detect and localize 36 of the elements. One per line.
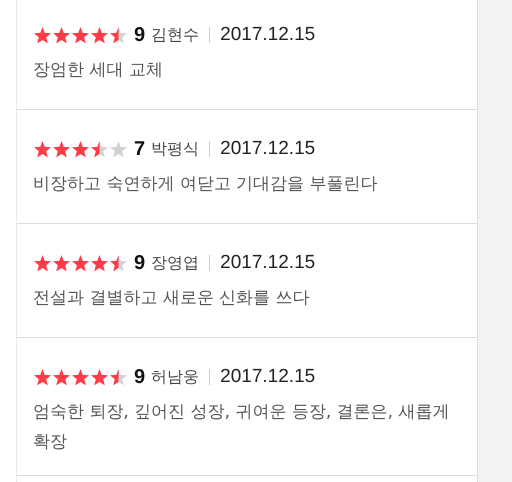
star-icon — [90, 254, 109, 272]
score: 9 — [134, 24, 146, 46]
star-icon — [109, 26, 128, 44]
reviewer-name: 장영엽 — [151, 252, 200, 274]
review-text: 엄숙한 퇴장, 깊어진 성장, 귀여운 등장, 결론은, 새롭게 확장 — [33, 401, 450, 454]
star-icon — [52, 26, 71, 44]
review-text: 전설과 결별하고 새로운 신화를 쓰다 — [33, 287, 311, 310]
review-text: 장엄한 세대 교체 — [33, 59, 164, 82]
reviewer-name: 박평식 — [151, 138, 200, 160]
score: 7 — [134, 138, 146, 160]
review-date: 2017.12.15 — [220, 138, 316, 160]
star-icon — [71, 254, 90, 272]
review-date: 2017.12.15 — [220, 366, 316, 388]
score: 9 — [134, 366, 146, 388]
star-icon — [109, 254, 128, 272]
reviewer-name: 허남웅 — [151, 366, 200, 388]
star-icon — [71, 140, 90, 158]
review-text: 비장하고 숙연하게 여닫고 기대감을 부풀린다 — [33, 173, 379, 196]
star-icon — [33, 140, 52, 158]
review-date: 2017.12.15 — [220, 252, 316, 274]
star-icon — [109, 368, 128, 386]
star-icon — [109, 140, 128, 158]
review-date: 2017.12.15 — [220, 24, 316, 46]
star-icon — [52, 140, 71, 158]
star-icon — [52, 254, 71, 272]
star-icon — [33, 254, 52, 272]
star-icon — [90, 140, 109, 158]
score: 9 — [134, 252, 146, 274]
star-icon — [33, 26, 52, 44]
reviewer-name: 김현수 — [151, 24, 200, 46]
star-icon — [33, 368, 52, 386]
star-icon — [90, 368, 109, 386]
star-icon — [71, 368, 90, 386]
star-icon — [71, 26, 90, 44]
star-icon — [90, 26, 109, 44]
star-icon — [52, 368, 71, 386]
